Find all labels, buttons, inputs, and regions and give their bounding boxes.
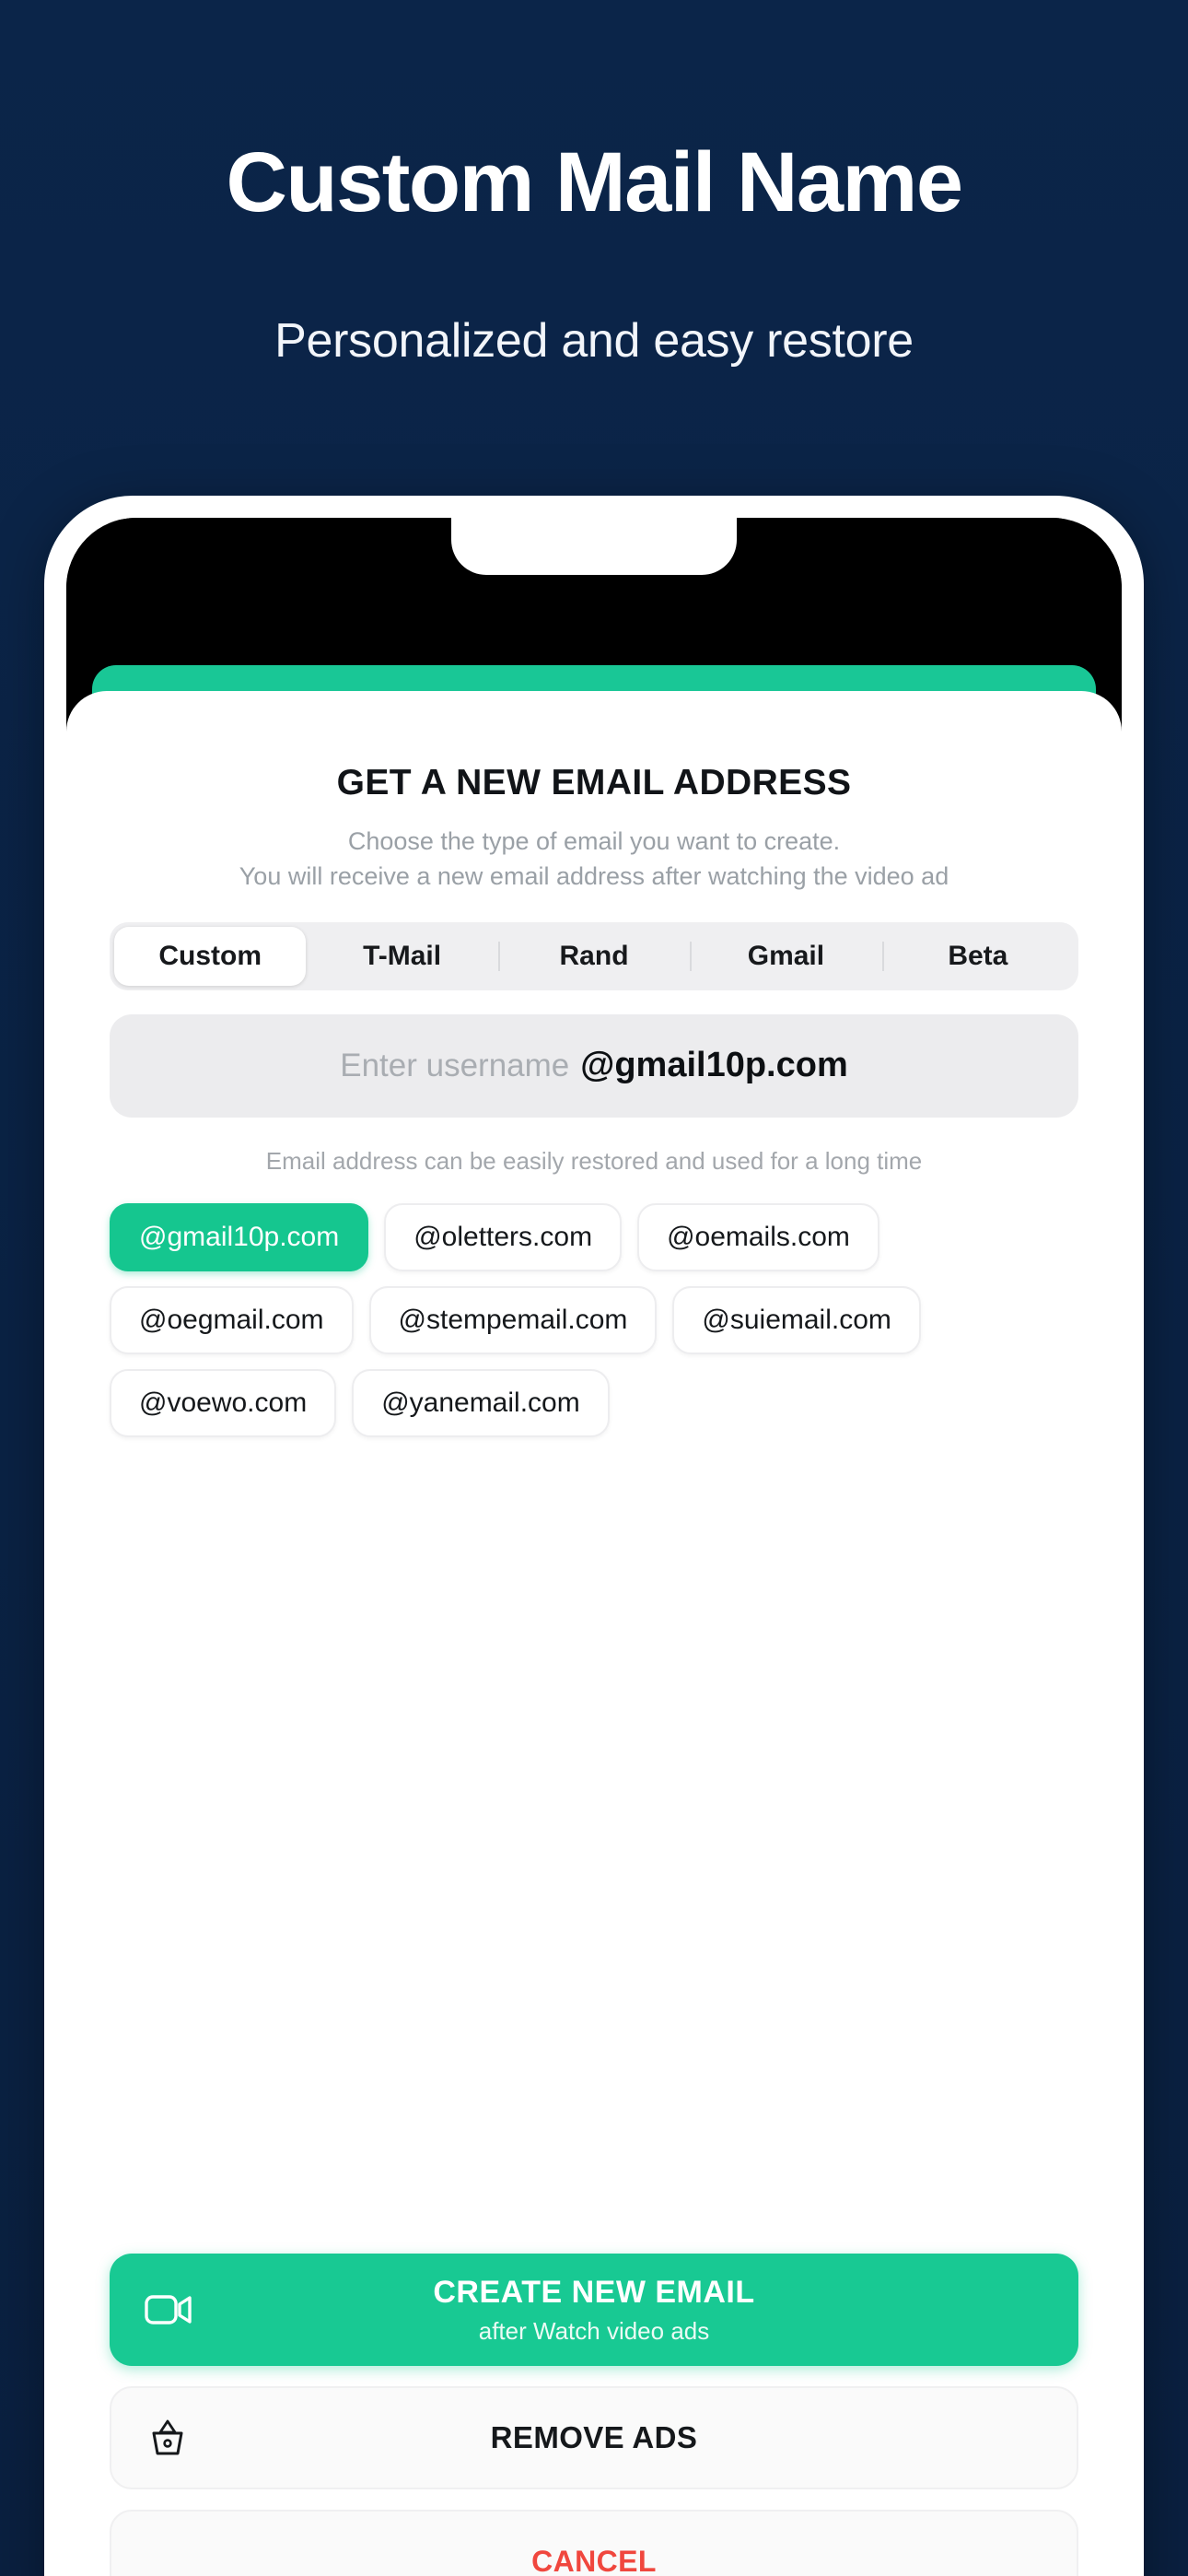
tab-custom[interactable]: Custom	[114, 926, 307, 986]
domain-chip-list[interactable]: @gmail10p.com @oletters.com @oemails.com…	[110, 1202, 1078, 1437]
domain-chip-label: @yanemail.com	[381, 1387, 580, 1418]
promo-screenshot: Custom Mail Name Personalized and easy r…	[0, 0, 1188, 2576]
remove-ads-label: REMOVE ADS	[490, 2420, 698, 2454]
domain-chip[interactable]: @gmail10p.com	[110, 1202, 369, 1271]
email-type-tabs[interactable]: Custom T-Mail Rand Gmail Beta	[110, 921, 1078, 990]
tab-beta[interactable]: Beta	[881, 927, 1074, 986]
sheet-description-line-2: You will receive a new email address aft…	[239, 862, 949, 891]
create-new-email-label: CREATE NEW EMAIL	[433, 2274, 755, 2310]
tab-gmail[interactable]: Gmail	[690, 927, 881, 986]
phone-bezel: GET A NEW EMAIL ADDRESS Choose the type …	[66, 518, 1122, 2576]
tab-t-mail[interactable]: T-Mail	[306, 927, 497, 986]
domain-chip[interactable]: @stempemail.com	[368, 1285, 658, 1354]
tab-t-mail-label: T-Mail	[363, 940, 442, 971]
promo-title: Custom Mail Name	[226, 135, 963, 229]
remove-ads-button[interactable]: REMOVE ADS	[110, 2386, 1078, 2489]
username-input[interactable]: Enter username @gmail10p.com	[110, 1013, 1078, 1118]
tab-beta-label: Beta	[948, 940, 1008, 971]
domain-chip-label: @oemails.com	[667, 1221, 850, 1252]
domain-chip-label: @voewo.com	[139, 1387, 308, 1418]
promo-subtitle: Personalized and easy restore	[274, 314, 914, 368]
sheet-description: Choose the type of email you want to cre…	[110, 824, 1078, 895]
sheet-description-line-1: Choose the type of email you want to cre…	[347, 827, 841, 855]
action-buttons: CREATE NEW EMAIL after Watch video ads R…	[110, 2254, 1078, 2576]
domain-chip[interactable]: @voewo.com	[110, 1368, 337, 1437]
username-input-domain-suffix: @gmail10p.com	[580, 1046, 848, 1085]
sheet-title: GET A NEW EMAIL ADDRESS	[336, 763, 852, 802]
domain-chip-label: @gmail10p.com	[139, 1221, 340, 1252]
domain-chip[interactable]: @oemails.com	[637, 1202, 879, 1271]
domain-chip[interactable]: @suiemail.com	[672, 1285, 921, 1354]
phone-mockup: GET A NEW EMAIL ADDRESS Choose the type …	[44, 496, 1144, 2576]
tab-gmail-label: Gmail	[747, 940, 825, 971]
shopping-basket-icon	[146, 2417, 189, 2459]
domain-chip[interactable]: @oletters.com	[384, 1202, 623, 1271]
tab-custom-label: Custom	[158, 940, 262, 971]
app-screen: GET A NEW EMAIL ADDRESS Choose the type …	[66, 691, 1122, 2576]
domain-chip-label: @suiemail.com	[702, 1304, 891, 1335]
domain-chip[interactable]: @oegmail.com	[110, 1285, 354, 1354]
domain-chip-label: @oegmail.com	[139, 1304, 324, 1335]
restore-hint: Email address can be easily restored and…	[265, 1146, 923, 1175]
cancel-label: CANCEL	[531, 2544, 657, 2576]
create-new-email-button[interactable]: CREATE NEW EMAIL after Watch video ads	[110, 2254, 1078, 2366]
domain-chip[interactable]: @yanemail.com	[352, 1368, 610, 1437]
tab-rand[interactable]: Rand	[497, 927, 690, 986]
cancel-button[interactable]: CANCEL	[110, 2510, 1078, 2576]
phone-notch	[451, 518, 737, 575]
create-new-email-sublabel: after Watch video ads	[478, 2316, 710, 2345]
username-input-placeholder: Enter username	[340, 1047, 570, 1083]
tab-rand-label: Rand	[559, 940, 629, 971]
video-camera-icon	[145, 2291, 192, 2328]
domain-chip-label: @stempemail.com	[398, 1304, 628, 1335]
domain-chip-label: @oletters.com	[413, 1221, 593, 1252]
